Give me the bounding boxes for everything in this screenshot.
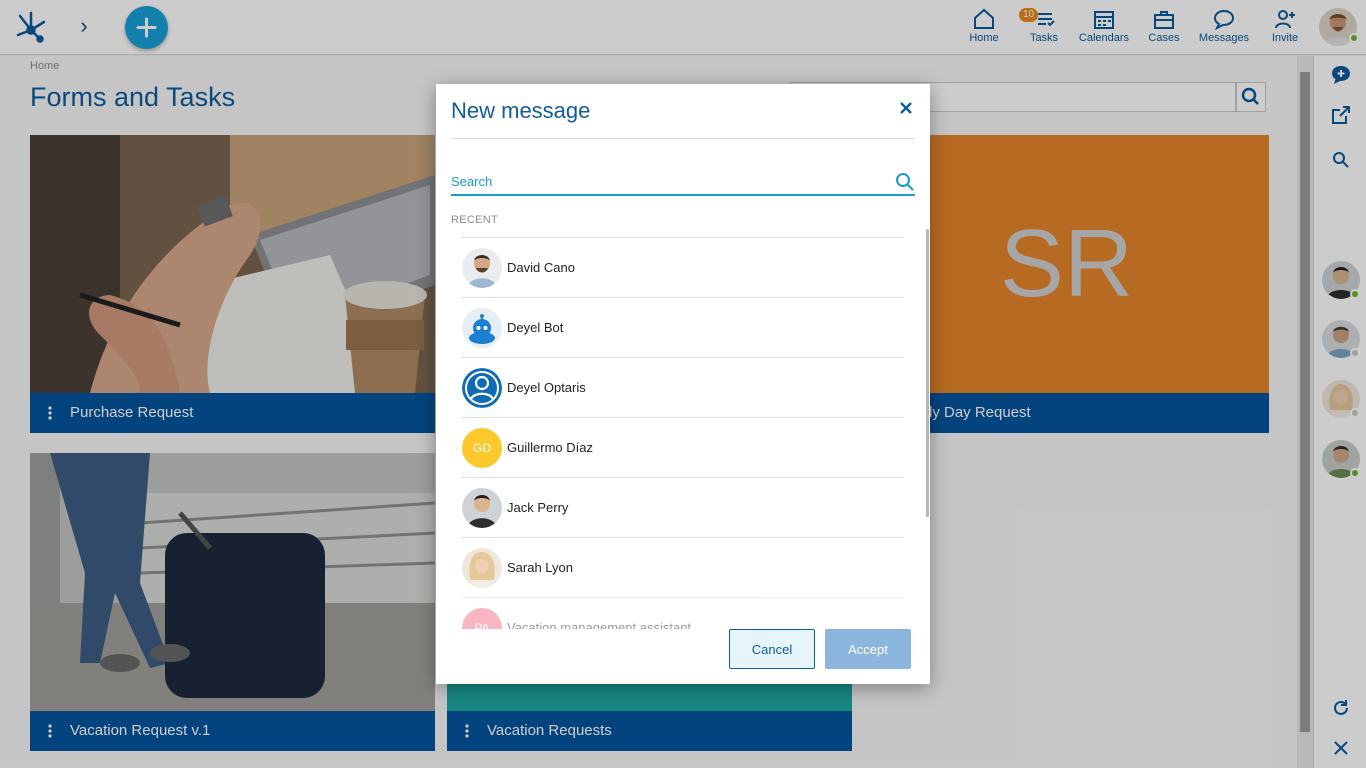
list-item[interactable]: GD Guillermo Díaz — [461, 417, 904, 477]
accept-button[interactable]: Accept — [825, 629, 911, 669]
contact-avatar — [462, 248, 502, 288]
close-icon[interactable] — [896, 98, 916, 118]
cancel-button[interactable]: Cancel — [729, 629, 815, 669]
contact-name: Deyel Bot — [507, 320, 564, 335]
contact-initials-avatar: PA — [462, 608, 502, 629]
dialog-scrollbar[interactable] — [926, 229, 929, 517]
contact-search-field[interactable] — [451, 170, 915, 196]
search-icon[interactable] — [895, 172, 915, 192]
dialog-title: New message — [451, 98, 591, 123]
list-item[interactable]: David Cano — [461, 237, 904, 297]
divider — [451, 138, 915, 139]
contact-name: Deyel Optaris — [507, 380, 586, 395]
contact-list: David Cano Deyel Bot Deyel Optaris GD Gu… — [461, 237, 904, 629]
bot-avatar — [462, 308, 502, 348]
contact-name: David Cano — [507, 260, 575, 275]
contact-avatar — [462, 488, 502, 528]
contact-name: Jack Perry — [507, 500, 569, 515]
list-item[interactable]: Jack Perry — [461, 477, 904, 537]
list-item[interactable]: PA Vacation management assistant — [461, 597, 904, 629]
new-message-dialog: New message RECENT David Cano Deyel Bot … — [436, 84, 930, 684]
list-item[interactable]: Deyel Bot — [461, 297, 904, 357]
contact-name: Guillermo Díaz — [507, 440, 593, 455]
contact-initials-avatar: GD — [462, 428, 502, 468]
contact-search-input[interactable] — [451, 170, 881, 192]
recent-section-label: RECENT — [451, 214, 499, 226]
contact-name: Vacation management assistant — [507, 620, 692, 629]
contact-avatar — [462, 548, 502, 588]
list-item[interactable]: Sarah Lyon — [461, 537, 904, 597]
contact-name: Sarah Lyon — [507, 560, 574, 575]
list-item[interactable]: Deyel Optaris — [461, 357, 904, 417]
optaris-avatar — [462, 368, 502, 408]
